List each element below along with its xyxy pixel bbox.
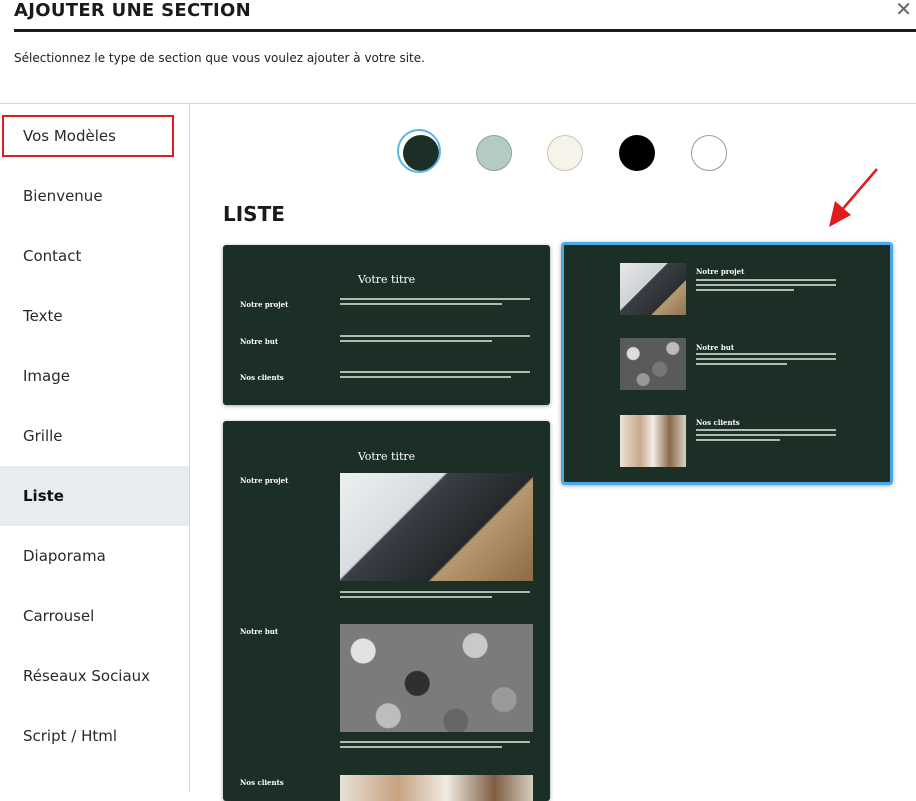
thumbnail-people-image xyxy=(620,415,686,467)
card-item-label: Notre projet xyxy=(696,267,745,276)
card-item-label: Notre but xyxy=(240,627,279,636)
card-item-text xyxy=(340,298,530,308)
card-title: Votre titre xyxy=(357,273,416,286)
template-card-thumbnail-list[interactable]: Notre projet Notre but Nos clients xyxy=(561,242,893,485)
sidebar-item-script-html[interactable]: Script / Html xyxy=(0,706,189,766)
card-item-label: Nos clients xyxy=(240,778,284,787)
card-item-text xyxy=(696,429,836,444)
card-item-label: Nos clients xyxy=(696,418,740,427)
dialog-title: AJOUTER UNE SECTION xyxy=(14,0,252,21)
swatch-white[interactable] xyxy=(691,135,727,171)
large-hexagon-image xyxy=(340,624,533,732)
section-heading: LISTE xyxy=(223,202,285,226)
card-item-label: Nos clients xyxy=(240,373,284,382)
dialog-subtitle: Sélectionnez le type de section que vous… xyxy=(14,51,425,65)
title-underline xyxy=(14,29,916,32)
sidebar-item-image[interactable]: Image xyxy=(0,346,189,406)
card-item-text xyxy=(340,741,530,751)
large-people-image xyxy=(340,775,533,801)
close-icon[interactable]: ✕ xyxy=(895,0,912,21)
swatch-black[interactable] xyxy=(619,135,655,171)
card-item-text xyxy=(340,591,530,601)
swatch-dark-green[interactable] xyxy=(397,129,441,173)
thumbnail-hexagon-image xyxy=(620,338,686,390)
card-item-label: Notre but xyxy=(240,337,279,346)
card-item-text xyxy=(696,353,836,368)
card-title: Votre titre xyxy=(357,450,416,463)
swatch-cream[interactable] xyxy=(547,135,583,171)
card-item-label: Notre projet xyxy=(240,476,289,485)
sidebar-item-vos-modeles[interactable]: Vos Modèles xyxy=(0,106,189,166)
sidebar-item-bienvenue[interactable]: Bienvenue xyxy=(0,166,189,226)
sidebar-item-texte[interactable]: Texte xyxy=(0,286,189,346)
sidebar-item-liste[interactable]: Liste xyxy=(0,466,189,526)
card-item-label: Notre projet xyxy=(240,300,289,309)
card-item-text xyxy=(340,371,530,381)
annotation-arrow-icon xyxy=(829,168,878,227)
sidebar-item-diaporama[interactable]: Diaporama xyxy=(0,526,189,586)
template-card-large-image-list[interactable]: Votre titre Notre projet Notre but Nos c… xyxy=(223,421,550,801)
template-card-text-list[interactable]: Votre titre Notre projet Notre but Nos c… xyxy=(223,245,550,405)
sidebar-item-carrousel[interactable]: Carrousel xyxy=(0,586,189,646)
sidebar-item-reseaux-sociaux[interactable]: Réseaux Sociaux xyxy=(0,646,189,706)
sidebar-item-grille[interactable]: Grille xyxy=(0,406,189,466)
card-item-text xyxy=(340,335,530,345)
thumbnail-desk-image xyxy=(620,263,686,315)
large-desk-image xyxy=(340,473,533,581)
card-item-text xyxy=(696,279,836,294)
section-type-sidebar: Vos Modèles Bienvenue Contact Texte Imag… xyxy=(0,104,190,792)
swatch-sage[interactable] xyxy=(476,135,512,171)
sidebar-item-contact[interactable]: Contact xyxy=(0,226,189,286)
card-item-label: Notre but xyxy=(696,343,735,352)
